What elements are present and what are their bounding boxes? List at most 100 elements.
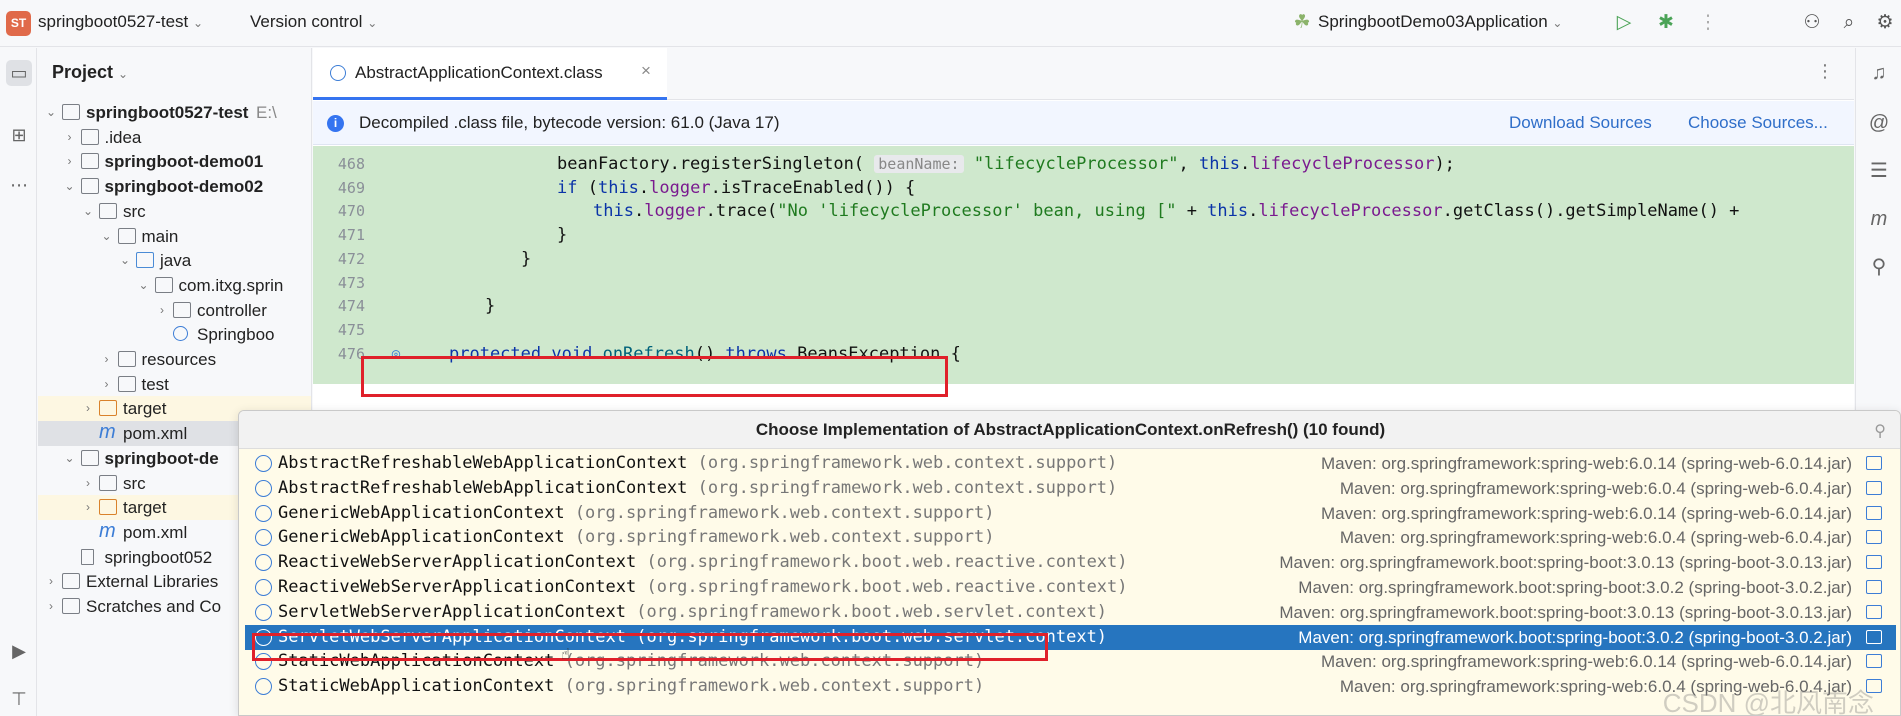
chevron-down-icon[interactable]: ⌄	[44, 100, 58, 125]
implementations-gutter-icon[interactable]: ◎	[387, 340, 405, 362]
services-icon[interactable]: ▶	[6, 638, 32, 664]
chevron-right-icon[interactable]: ›	[100, 347, 114, 372]
chevron-down-icon[interactable]: ⌄	[63, 446, 77, 471]
chevron-down-icon[interactable]: ⌄	[100, 224, 114, 249]
choose-sources-link[interactable]: Choose Sources...	[1688, 113, 1828, 133]
chevron-down-icon: ⌄	[367, 16, 378, 30]
library-icon	[1866, 530, 1882, 545]
tree-item-label: springboot0527-test	[86, 103, 249, 122]
chevron-right-icon[interactable]: ›	[155, 298, 169, 323]
run-config-selector[interactable]: SpringbootDemo03Application ⌄	[1318, 12, 1562, 32]
chevron-right-icon[interactable]: ›	[44, 569, 58, 594]
tree-item[interactable]: ⌄ src	[38, 199, 311, 224]
search-icon[interactable]: ⌕	[1837, 11, 1861, 35]
line-number: 476	[337, 344, 365, 363]
hierarchy-icon[interactable]: ⚲	[1866, 254, 1892, 280]
library-icon	[1866, 480, 1882, 495]
implementation-item[interactable]: ReactiveWebServerApplicationContext (org…	[245, 575, 1896, 600]
debug-icon[interactable]: ✱	[1654, 11, 1678, 35]
highlight-box-method	[361, 356, 948, 397]
tree-item[interactable]: ⌄ main	[38, 224, 311, 249]
implementation-class: ServletWebServerApplicationContext (org.…	[278, 601, 1108, 622]
tab-abstract-application-context[interactable]: AbstractApplicationContext.class ×	[313, 48, 667, 100]
gear-icon[interactable]: ⚙	[1873, 11, 1897, 35]
tree-item[interactable]: ⌄ java	[38, 248, 311, 273]
maven-artifact: Maven: org.springframework.boot:spring-b…	[1298, 578, 1852, 597]
class-icon	[255, 603, 272, 621]
tree-item[interactable]: Springboo	[38, 322, 311, 347]
library-icon	[1866, 456, 1882, 470]
maven-artifact: Maven: org.springframework:spring-web:6.…	[1339, 478, 1852, 498]
database-icon[interactable]: ☰	[1866, 158, 1892, 184]
folder-icon	[80, 128, 99, 145]
tree-item-label: main	[141, 226, 179, 246]
tree-item-label: target	[123, 399, 167, 419]
class-icon	[173, 326, 188, 342]
folder-icon[interactable]: ▭	[6, 60, 32, 86]
chevron-right-icon[interactable]: ›	[63, 149, 77, 174]
tree-item[interactable]: › controller	[38, 298, 311, 323]
class-icon	[255, 678, 272, 696]
chevron-right-icon[interactable]: ›	[63, 125, 77, 150]
tree-item-label: Scratches and Co	[86, 597, 222, 616]
implementation-item[interactable]: ReactiveWebServerApplicationContext (org…	[245, 550, 1896, 575]
maven-artifact: Maven: org.springframework:spring-web:6.…	[1339, 528, 1852, 548]
ai-assistant-icon[interactable]: @	[1866, 110, 1892, 136]
implementation-item[interactable]: AbstractRefreshableWebApplicationContext…	[245, 476, 1896, 501]
implementation-item[interactable]: StaticWebApplicationContext (org.springf…	[245, 674, 1896, 699]
tree-item[interactable]: › .idea	[38, 125, 311, 150]
tree-item[interactable]: ⌄ springboot0527-test E:\	[38, 100, 311, 125]
library-icon	[1866, 604, 1882, 619]
folder-icon	[117, 227, 136, 244]
project-name: springboot0527-test	[38, 12, 189, 31]
implementation-item[interactable]: GenericWebApplicationContext (org.spring…	[245, 525, 1896, 550]
version-control-menu[interactable]: Version control ⌄	[250, 12, 377, 32]
project-switcher[interactable]: springboot0527-test ⌄	[38, 12, 203, 32]
ide-window: ST springboot0527-test ⌄ Version control…	[0, 0, 1901, 716]
implementation-item[interactable]: AbstractRefreshableWebApplicationContext…	[245, 451, 1896, 476]
chevron-down-icon[interactable]: ⌄	[118, 248, 132, 273]
tree-item-label: com.itxg.sprin	[178, 275, 284, 295]
chevron-right-icon[interactable]: ›	[81, 495, 95, 520]
notifications-icon[interactable]: ♫	[1866, 60, 1892, 86]
download-sources-link[interactable]: Download Sources	[1509, 113, 1652, 133]
tree-item-label: pom.xml	[123, 522, 188, 542]
project-panel-title[interactable]: Project ⌄	[52, 62, 128, 83]
tree-item[interactable]: › resources	[38, 347, 311, 372]
package-icon	[154, 276, 173, 293]
chevron-down-icon[interactable]: ⌄	[63, 174, 77, 199]
module-icon	[80, 153, 99, 170]
chevron-down-icon[interactable]: ⌄	[81, 199, 95, 224]
tree-item-label: Springboo	[197, 325, 275, 345]
implementation-item[interactable]: GenericWebApplicationContext (org.spring…	[245, 501, 1896, 526]
package-icon	[173, 301, 191, 318]
chevron-down-icon[interactable]: ⌄	[137, 273, 151, 298]
tree-item-label: src	[123, 201, 146, 221]
structure-icon[interactable]: ⊞	[6, 122, 32, 148]
library-icon	[1866, 505, 1882, 520]
chevron-right-icon[interactable]: ›	[44, 594, 58, 619]
tree-item-label: pom.xml	[123, 424, 188, 444]
tree-item[interactable]: › springboot-demo01	[38, 149, 311, 174]
add-user-icon[interactable]: ⚇	[1800, 11, 1824, 35]
more-vertical-icon[interactable]: ⋮	[1696, 11, 1720, 35]
pin-icon[interactable]: ⚲	[1874, 421, 1886, 441]
tree-item[interactable]: › test	[38, 372, 311, 397]
more-vertical-icon[interactable]: ⋮	[1816, 61, 1834, 82]
close-icon[interactable]: ×	[641, 61, 651, 81]
project-badge[interactable]: ST	[6, 11, 31, 36]
run-icon[interactable]: ▷	[1612, 11, 1636, 35]
maven-icon[interactable]: m	[1866, 206, 1892, 232]
chevron-right-icon[interactable]: ›	[100, 372, 114, 397]
more-horizontal-icon[interactable]: ⋯	[6, 172, 32, 198]
vcs-label: Version control	[250, 12, 363, 31]
tree-item[interactable]: ⌄ springboot-demo02	[38, 174, 311, 199]
terminal-icon[interactable]: ⊤	[6, 686, 32, 712]
implementation-item[interactable]: ServletWebServerApplicationContext (org.…	[245, 600, 1896, 625]
tree-item[interactable]: ⌄ com.itxg.sprin	[38, 273, 311, 298]
watermark: CSDN @北风南念	[1662, 688, 1874, 716]
chevron-right-icon[interactable]: ›	[81, 396, 95, 421]
chevron-right-icon[interactable]: ›	[81, 471, 95, 496]
module-icon	[80, 449, 99, 466]
tree-item-label: springboot-de	[104, 448, 219, 468]
